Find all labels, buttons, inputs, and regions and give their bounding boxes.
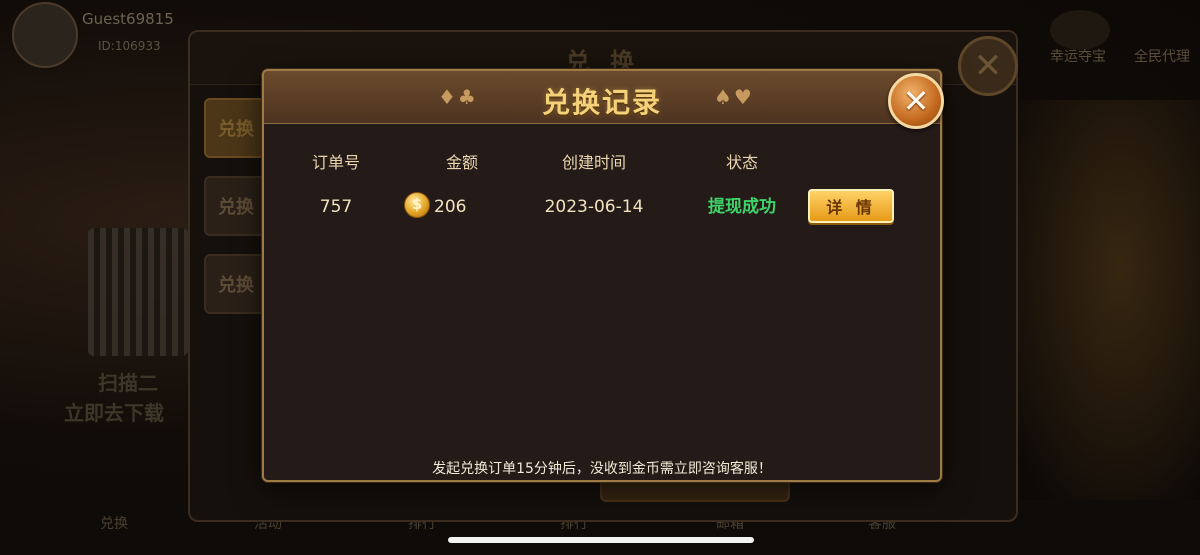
created-date: 2023-06-14 <box>544 197 644 217</box>
home-indicator[interactable] <box>448 537 754 543</box>
column-header-amount: 金额 <box>445 153 478 172</box>
exchange-tab-3[interactable]: 兑换 <box>204 254 268 314</box>
lucky-treasure-link: 幸运夺宝 <box>1050 49 1106 65</box>
download-qr-code <box>88 228 188 356</box>
exchange-panel-close-button[interactable]: ✕ <box>958 36 1018 96</box>
exchange-tab-1[interactable]: 兑换 <box>204 98 268 158</box>
modal-header: ♦♣ 兑换记录 ♠♥ <box>264 71 940 124</box>
card-suits-right-icon: ♠♥ <box>714 85 754 109</box>
support-notice: 发起兑换订单15分钟后，没收到金币需立即咨询客服！ <box>432 461 772 477</box>
exchange-tab-2[interactable]: 兑换 <box>204 176 268 236</box>
amount-value: 206 <box>434 197 467 217</box>
qr-caption-line-1: 扫描二 <box>98 371 158 395</box>
amount-cell: $206 <box>404 189 490 225</box>
modal-title: 兑换记录 <box>541 86 662 119</box>
column-header-order-no: 订单号 <box>311 153 360 172</box>
right-promo-decoration <box>1000 100 1200 520</box>
player-id: ID:106933 <box>98 39 161 53</box>
coin-icon: $ <box>404 192 430 218</box>
qr-caption-line-2: 立即去下载 <box>64 401 164 425</box>
qr-caption: 扫描二 立即去下载 <box>64 368 164 428</box>
order-number: 757 <box>319 197 353 217</box>
column-header-created: 创建时间 <box>561 153 626 172</box>
treasure-icon <box>1050 10 1110 50</box>
player-avatar <box>12 2 78 68</box>
modal-close-button[interactable]: ✕ <box>888 73 944 129</box>
close-icon: ✕ <box>902 82 930 120</box>
agent-link: 全民代理 <box>1134 49 1190 65</box>
detail-button[interactable]: 详 情 <box>808 189 894 223</box>
player-name: Guest69815 <box>82 10 174 28</box>
column-header-status: 状态 <box>725 153 758 172</box>
exchange-record-modal: ♦♣ 兑换记录 ♠♥ ✕ 订单号 金额 创建时间 状态 757 $206 202… <box>262 69 944 482</box>
status-badge: 提现成功 <box>708 197 776 217</box>
nav-exchange: 兑换 <box>100 516 128 532</box>
